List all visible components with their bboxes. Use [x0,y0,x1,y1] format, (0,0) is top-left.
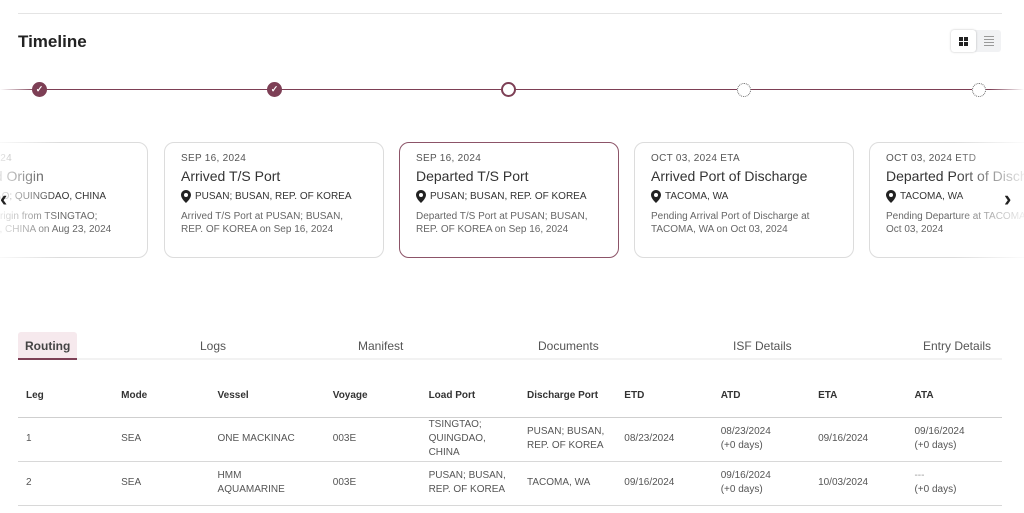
cell-eta: 09/16/2024 [810,417,907,462]
tab-logs[interactable]: Logs [193,332,233,360]
event-date: SEP 16, 2024 [416,153,482,164]
column-header-voyage: Voyage [324,375,421,418]
event-location: TACOMA, WA [900,191,964,202]
cell-discharge-port: PUSAN; BUSAN, REP. OF KOREA [519,417,617,462]
event-card[interactable]: OCT 03, 2024 ETA Arrived Port of Dischar… [634,142,854,258]
event-date: AUG 23, 2024 [0,153,12,164]
cell-discharge-port: TACOMA, WA [519,461,617,506]
event-card[interactable]: OCT 03, 2024 ETD Departed Port of Discha… [869,142,1024,258]
event-title: Arrived Port of Discharge [651,168,808,184]
event-title: Departed Origin [0,168,44,184]
tab-entry-details[interactable]: Entry Details [916,332,998,360]
grid-view-button[interactable] [951,30,976,52]
routing-table: Leg Mode Vessel Voyage Load Port Dischar… [18,375,1002,506]
event-date: OCT 03, 2024 ETA [651,153,740,164]
table-row: 1 SEA ONE MACKINAC 003E TSINGTAO; QUINGD… [18,417,1002,462]
cell-voyage: 003E [324,461,421,506]
column-header-load-port: Load Port [420,375,519,418]
cell-load-port: TSINGTAO; QUINGDAO, CHINA [420,417,519,462]
event-date: OCT 03, 2024 ETD [886,153,977,164]
event-location: PUSAN; BUSAN, REP. OF KOREA [195,191,352,202]
event-location: PUSAN; BUSAN, REP. OF KOREA [430,191,587,202]
cell-voyage: 003E [324,417,421,462]
event-card-carousel: AUG 23, 2024 Departed Origin TSINGTAO; Q… [0,141,1024,259]
tab-manifest[interactable]: Manifest [351,332,410,360]
atd-delta: (+0 days) [720,440,763,451]
chevron-left-icon: ‹ [0,186,8,211]
column-header-eta: ETA [810,375,907,418]
list-view-button[interactable] [976,30,1001,52]
column-header-ata: ATA [906,375,1002,418]
column-header-discharge-port: Discharge Port [519,375,617,418]
event-description: Departed T/S Port at PUSAN; BUSAN, REP. … [416,211,588,235]
chevron-right-icon: › [1004,186,1012,211]
cell-load-port: PUSAN; BUSAN, REP. OF KOREA [420,461,519,506]
atd-date: 08/23/2024 [720,426,771,437]
event-card[interactable]: SEP 16, 2024 Arrived T/S Port PUSAN; BUS… [164,142,384,258]
check-icon: ✓ [35,84,44,94]
cell-mode: SEA [113,461,210,506]
table-header-row: Leg Mode Vessel Voyage Load Port Dischar… [18,375,1002,418]
atd-date: 09/16/2024 [720,470,771,481]
carousel-next-button[interactable]: › [1004,186,1011,212]
timeline-node-current[interactable] [501,82,516,97]
cell-leg: 1 [18,417,114,462]
cell-etd: 08/23/2024 [616,417,713,462]
event-location: TACOMA, WA [665,191,729,202]
carousel-prev-button[interactable]: ‹ [0,186,7,212]
timeline-node-completed[interactable]: ✓ [267,82,282,97]
ata-delta: (+0 days) [914,484,957,495]
location-pin-icon [886,190,896,203]
cell-mode: SEA [113,417,210,462]
event-date: SEP 16, 2024 [181,153,247,164]
cell-ata: 09/16/2024 (+0 days) [906,417,1002,462]
cell-vessel: ONE MACKINAC [209,417,325,462]
tab-routing[interactable]: Routing [18,332,78,360]
top-divider [18,13,1002,14]
event-description: Arrived T/S Port at PUSAN; BUSAN, REP. O… [181,211,344,235]
event-title: Departed Port of Discharge [886,168,1024,184]
detail-tabs: Routing Logs Manifest Documents ISF Deta… [18,332,1002,360]
column-header-atd: ATD [712,375,811,418]
view-toggle [951,30,1001,52]
ata-date: 09/16/2024 [914,426,965,437]
ata-delta: (+0 days) [914,440,957,451]
cell-ata: --- (+0 days) [906,461,1002,506]
tab-documents[interactable]: Documents [531,332,606,360]
location-pin-icon [416,190,426,203]
column-header-vessel: Vessel [209,375,325,418]
page-title: Timeline [18,32,87,51]
event-card-active[interactable]: SEP 16, 2024 Departed T/S Port PUSAN; BU… [399,142,619,258]
atd-delta: (+0 days) [720,484,763,495]
event-card[interactable]: AUG 23, 2024 Departed Origin TSINGTAO; Q… [0,142,148,258]
cell-atd: 08/23/2024 (+0 days) [712,417,811,462]
event-title: Departed T/S Port [416,168,529,184]
column-header-leg: Leg [18,375,114,418]
timeline-node-pending[interactable] [972,83,986,97]
cell-atd: 09/16/2024 (+0 days) [712,461,811,506]
event-title: Arrived T/S Port [181,168,281,184]
tab-isf-details[interactable]: ISF Details [726,332,799,360]
cell-eta: 10/03/2024 [810,461,907,506]
cell-etd: 09/16/2024 [616,461,713,506]
list-icon [983,36,994,46]
event-description: Pending Arrival Port of Discharge at TAC… [651,211,810,235]
location-pin-icon [651,190,661,203]
table-row: 2 SEA HMM AQUAMARINE 003E PUSAN; BUSAN, … [18,461,1002,506]
column-header-mode: Mode [113,375,210,418]
event-location: TSINGTAO; QUINGDAO, CHINA [0,191,107,202]
check-icon: ✓ [270,84,279,94]
cell-vessel: HMM AQUAMARINE [209,461,325,506]
grid-icon [959,36,968,46]
ata-date: --- [914,470,925,481]
column-header-etd: ETD [616,375,713,418]
timeline-node-completed[interactable]: ✓ [32,82,47,97]
location-pin-icon [181,190,191,203]
timeline-node-pending[interactable] [737,83,751,97]
cell-leg: 2 [18,461,114,506]
event-description: Pending Departure at TACOMA, WA on Oct 0… [886,211,1024,235]
event-description: Departure Origin from TSINGTAO; QUINGDAO… [0,211,112,235]
